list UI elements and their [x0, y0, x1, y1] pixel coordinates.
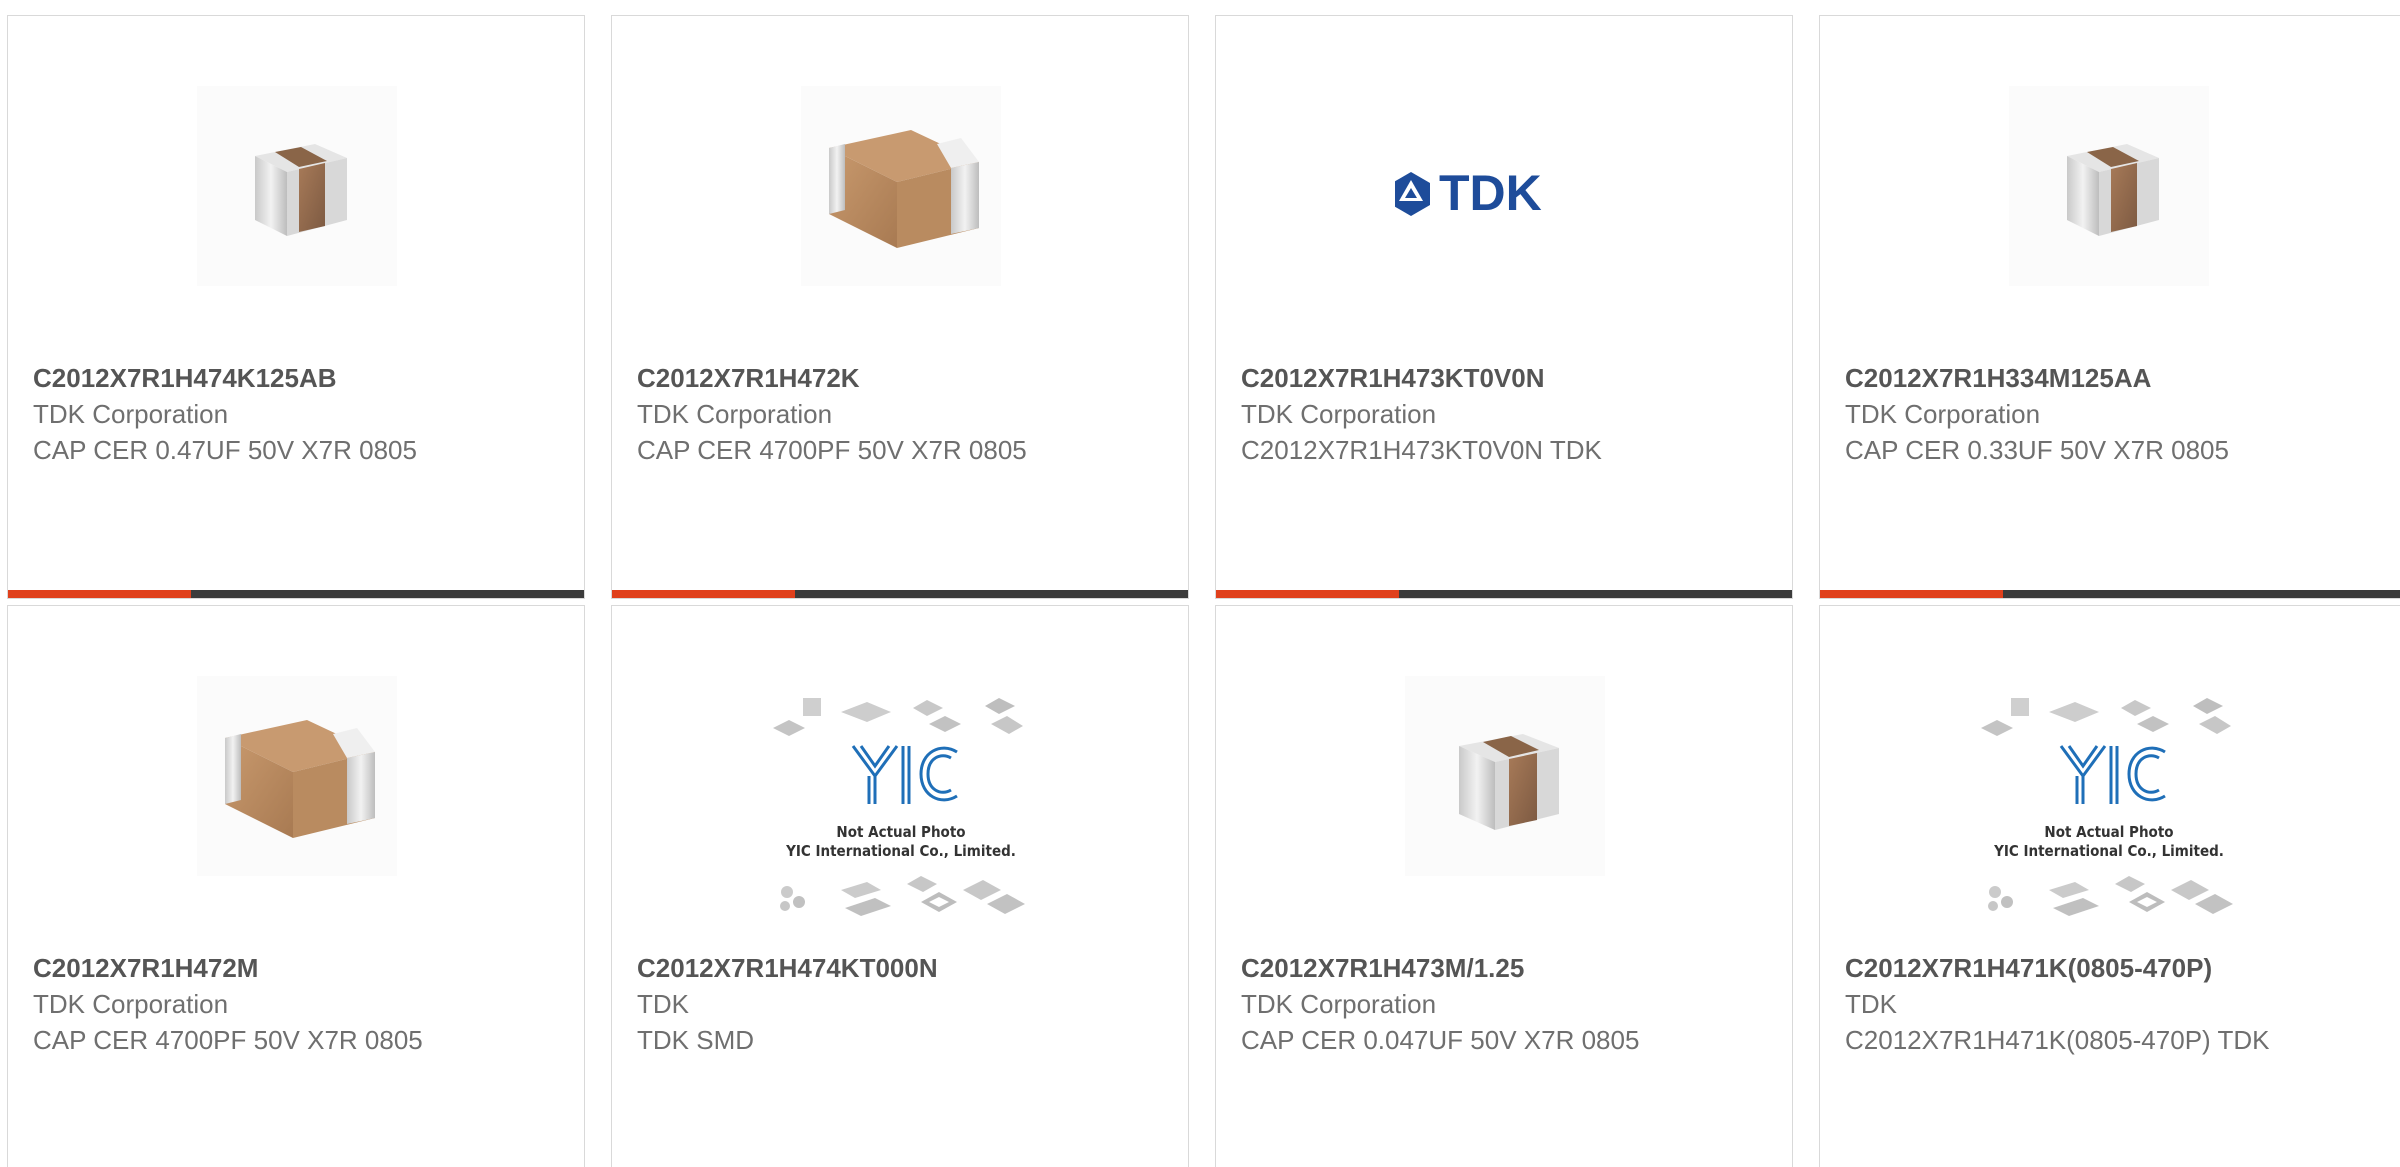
manufacturer: TDK: [637, 989, 689, 1019]
capacitor-small-icon: [2009, 86, 2209, 286]
part-number[interactable]: C2012X7R1H334M125AA: [1845, 360, 2383, 396]
card-accent: [8, 590, 191, 598]
manufacturer: TDK: [1845, 989, 1897, 1019]
part-number[interactable]: C2012X7R1H471K(0805-470P): [1845, 950, 2383, 986]
product-grid: C2012X7R1H474K125AB TDK Corporation CAP …: [0, 0, 2400, 1167]
tdk-logo: TDK: [1395, 165, 1542, 221]
product-image: [801, 86, 1001, 286]
description: CAP CER 4700PF 50V X7R 0805: [33, 1025, 423, 1055]
product-card[interactable]: C2012X7R1H473M/1.25 TDK Corporation CAP …: [1215, 605, 1793, 1167]
part-number[interactable]: C2012X7R1H472K: [637, 360, 1163, 396]
capacitor-large-icon: [801, 86, 1001, 286]
part-number[interactable]: C2012X7R1H474KT000N: [637, 950, 1163, 986]
product-card[interactable]: TDK C2012X7R1H473KT0V0N TDK Corporation …: [1215, 15, 1793, 599]
product-card[interactable]: C2012X7R1H334M125AA TDK Corporation CAP …: [1819, 15, 2400, 599]
card-accent: [612, 590, 795, 598]
svg-text:YIC International Co., Limited: YIC International Co., Limited.: [785, 842, 1016, 860]
svg-text:YIC International Co., Limited: YIC International Co., Limited.: [1993, 842, 2224, 860]
part-number[interactable]: C2012X7R1H473KT0V0N: [1241, 360, 1767, 396]
manufacturer: TDK Corporation: [33, 989, 229, 1019]
description: CAP CER 4700PF 50V X7R 0805: [637, 435, 1027, 465]
manufacturer: TDK Corporation: [1241, 989, 1437, 1019]
manufacturer: TDK Corporation: [33, 399, 229, 429]
product-card[interactable]: Not Actual Photo YIC International Co., …: [611, 605, 1189, 1167]
product-card[interactable]: C2012X7R1H474K125AB TDK Corporation CAP …: [7, 15, 585, 599]
capacitor-small-icon: [1405, 676, 1605, 876]
card-bottom-bar: [8, 590, 584, 598]
svg-text:TDK: TDK: [1439, 165, 1542, 221]
card-accent: [1216, 590, 1399, 598]
manufacturer: TDK Corporation: [1845, 399, 2041, 429]
description: CAP CER 0.047UF 50V X7R 0805: [1241, 1025, 1640, 1055]
product-image: Not Actual Photo YIC International Co., …: [771, 694, 1031, 934]
capacitor-large-icon: [197, 676, 397, 876]
description: C2012X7R1H473KT0V0N TDK: [1241, 435, 1602, 465]
product-image: [197, 676, 397, 876]
description: CAP CER 0.47UF 50V X7R 0805: [33, 435, 417, 465]
product-image: TDK: [1395, 86, 1615, 286]
card-bottom-bar: [1216, 590, 1792, 598]
product-image: Not Actual Photo YIC International Co., …: [1979, 694, 2239, 934]
product-card[interactable]: C2012X7R1H472M TDK Corporation CAP CER 4…: [7, 605, 585, 1167]
product-card[interactable]: Not Actual Photo YIC International Co., …: [1819, 605, 2400, 1167]
product-image: [1405, 676, 1605, 876]
not-actual-photo-icon: Not Actual Photo YIC International Co., …: [1981, 698, 2233, 916]
svg-text:Not Actual Photo: Not Actual Photo: [2044, 823, 2173, 841]
svg-text:Not Actual Photo: Not Actual Photo: [836, 823, 965, 841]
capacitor-small-icon: [197, 86, 397, 286]
part-number[interactable]: C2012X7R1H473M/1.25: [1241, 950, 1767, 986]
manufacturer: TDK Corporation: [637, 399, 833, 429]
description: C2012X7R1H471K(0805-470P) TDK: [1845, 1025, 2270, 1055]
manufacturer: TDK Corporation: [1241, 399, 1437, 429]
product-image: [2009, 86, 2209, 286]
description: TDK SMD: [637, 1025, 754, 1055]
not-actual-photo-icon: Not Actual Photo YIC International Co., …: [773, 698, 1025, 916]
card-bottom-bar: [1820, 590, 2400, 598]
product-image: [197, 86, 397, 286]
description: CAP CER 0.33UF 50V X7R 0805: [1845, 435, 2229, 465]
card-accent: [1820, 590, 2003, 598]
part-number[interactable]: C2012X7R1H474K125AB: [33, 360, 559, 396]
product-card[interactable]: C2012X7R1H472K TDK Corporation CAP CER 4…: [611, 15, 1189, 599]
card-bottom-bar: [612, 590, 1188, 598]
part-number[interactable]: C2012X7R1H472M: [33, 950, 559, 986]
